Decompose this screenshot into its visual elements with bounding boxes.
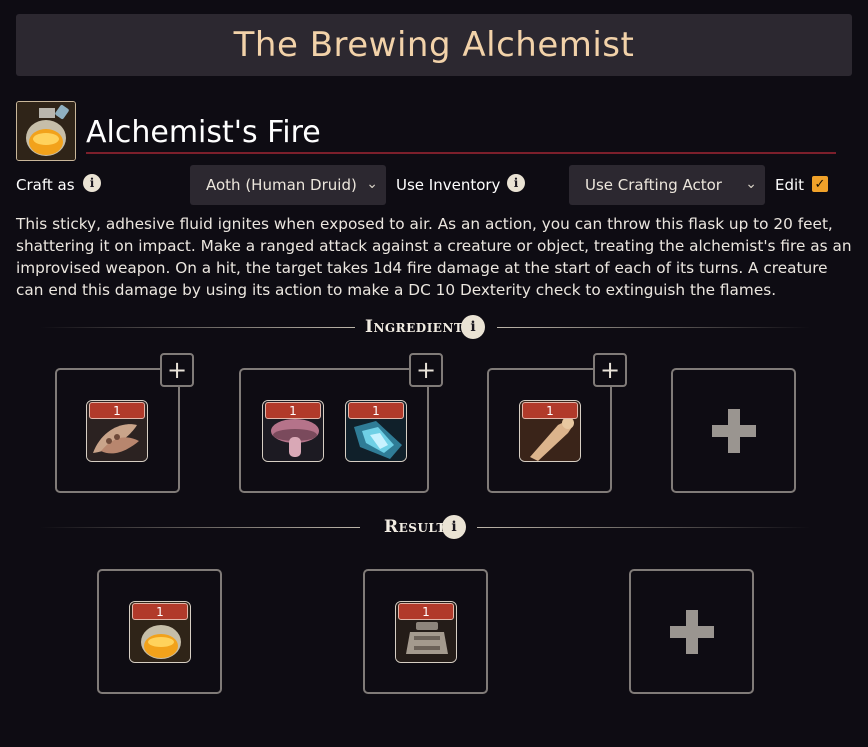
chevron-down-icon: ⌄	[745, 176, 757, 192]
quantity-badge: 1	[265, 402, 321, 419]
app-title-bar: The Brewing Alchemist	[16, 14, 852, 76]
use-inventory-value: Use Crafting Actor	[585, 176, 722, 194]
quantity-badge: 1	[132, 603, 188, 620]
ingredient-item[interactable]: 1	[262, 400, 324, 462]
recipe-name-underline	[86, 152, 836, 154]
ingredient-group-slot[interactable]: 1 1	[239, 368, 429, 493]
edit-label: Edit	[775, 176, 805, 194]
recipe-name: Alchemist's Fire	[86, 115, 321, 150]
use-inventory-select[interactable]: Use Crafting Actor ⌄	[569, 165, 765, 205]
quantity-badge: 1	[398, 603, 454, 620]
divider	[497, 327, 810, 328]
edit-checkbox[interactable]: ✓	[812, 176, 828, 192]
add-result-slot[interactable]	[629, 569, 754, 694]
ingredient-item[interactable]: 1	[86, 400, 148, 462]
quantity-badge: 1	[89, 402, 145, 419]
divider	[477, 527, 810, 528]
plus-icon	[711, 408, 756, 453]
chevron-down-icon: ⌄	[366, 176, 378, 192]
add-ingredient-slot[interactable]	[671, 368, 796, 493]
crafting-controls: Craft as i Aoth (Human Druid) ⌄ Use Inve…	[16, 165, 852, 205]
alchemists-fire-icon[interactable]	[16, 101, 76, 161]
quantity-badge: 1	[522, 402, 578, 419]
add-ingredient-button[interactable]: +	[160, 353, 194, 387]
result-slot[interactable]: 1	[363, 569, 488, 694]
ingredient-item[interactable]: 1	[519, 400, 581, 462]
result-slot[interactable]: 1	[97, 569, 222, 694]
plus-icon	[669, 609, 714, 654]
craft-as-value: Aoth (Human Druid)	[206, 176, 357, 194]
ingredients-title: Ingredients	[365, 317, 473, 337]
craft-as-info-icon[interactable]: i	[83, 174, 101, 192]
result-item[interactable]: 1	[129, 601, 191, 663]
craft-as-label: Craft as	[16, 176, 75, 194]
result-item[interactable]: 1	[395, 601, 457, 663]
add-ingredient-button[interactable]: +	[409, 353, 443, 387]
divider	[40, 527, 360, 528]
use-inventory-label: Use Inventory	[396, 176, 501, 194]
use-inventory-info-icon[interactable]: i	[507, 174, 525, 192]
ingredient-item[interactable]: 1	[345, 400, 407, 462]
ingredients-info-icon[interactable]: i	[461, 315, 485, 339]
recipe-header: Alchemist's Fire	[16, 101, 836, 161]
craft-as-select[interactable]: Aoth (Human Druid) ⌄	[190, 165, 386, 205]
ingredients-header: Ingredients i	[40, 315, 810, 340]
quantity-badge: 1	[348, 402, 404, 419]
recipe-description: This sticky, adhesive fluid ignites when…	[16, 215, 852, 299]
divider	[40, 327, 355, 328]
add-ingredient-button[interactable]: +	[593, 353, 627, 387]
result-info-icon[interactable]: i	[442, 515, 466, 539]
ingredient-group-slot[interactable]: 1	[487, 368, 612, 493]
result-title: Result	[384, 517, 446, 537]
ingredient-group-slot[interactable]: 1	[55, 368, 180, 493]
result-header: Result i	[40, 515, 810, 540]
app-title: The Brewing Alchemist	[233, 25, 635, 65]
